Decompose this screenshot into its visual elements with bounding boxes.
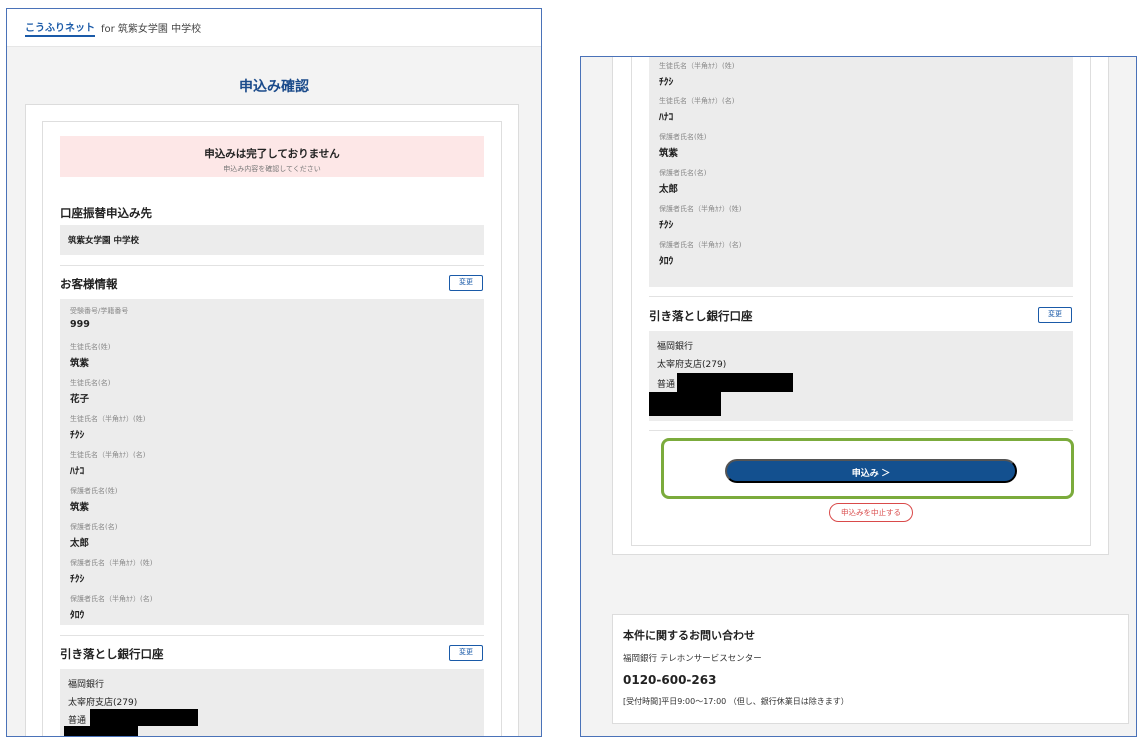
bank-name: 福岡銀行 bbox=[657, 342, 694, 352]
alert-subtitle: 申込み内容を確認してください bbox=[223, 165, 321, 173]
field-value: ﾁｸｼ bbox=[70, 430, 85, 441]
bank-branch: 太宰府支店(279) bbox=[657, 360, 727, 370]
change-bank-button[interactable]: 変更 bbox=[449, 645, 483, 661]
divider bbox=[649, 430, 1073, 431]
field-label: 受験番号/学籍番号 bbox=[70, 307, 129, 315]
site-logo[interactable]: こうふりネット bbox=[25, 19, 95, 37]
page-title: 申込み確認 bbox=[239, 79, 309, 95]
field-value: ﾀﾛｳ bbox=[659, 256, 674, 267]
field-label: 保護者氏名（半角ｶﾅ）(名) bbox=[659, 241, 742, 249]
field-value: ﾊﾅｺ bbox=[659, 112, 674, 123]
field-value: ﾁｸｼ bbox=[659, 77, 674, 88]
divider bbox=[60, 635, 484, 636]
redaction-bar bbox=[64, 726, 138, 736]
cancel-application-button[interactable]: 申込みを中止する bbox=[829, 503, 913, 522]
site-header: こうふりネット for 筑紫女学園 中学校 bbox=[7, 9, 541, 47]
field-value: 筑紫 bbox=[70, 358, 90, 369]
contact-title: 本件に関するお問い合わせ bbox=[623, 629, 755, 642]
school-name: for 筑紫女学園 中学校 bbox=[101, 24, 202, 35]
payee-section-title: 口座振替申込み先 bbox=[60, 206, 152, 220]
incomplete-alert: 申込みは完了しておりません 申込み内容を確認してください bbox=[60, 136, 484, 177]
bank-section-title: 引き落とし銀行口座 bbox=[60, 647, 164, 661]
field-value: 太郎 bbox=[70, 538, 90, 549]
change-bank-button[interactable]: 変更 bbox=[1038, 307, 1072, 323]
field-value: ﾀﾛｳ bbox=[70, 610, 85, 621]
form-card: 申込みは完了しておりません 申込み内容を確認してください 口座振替申込み先 筑紫… bbox=[25, 104, 519, 736]
field-label: 保護者氏名(名) bbox=[70, 523, 118, 531]
left-screenshot-panel: こうふりネット for 筑紫女学園 中学校 申込み確認 申込みは完了しておりませ… bbox=[6, 8, 542, 737]
bank-branch: 太宰府支店(279) bbox=[68, 698, 138, 708]
redaction-bar bbox=[649, 392, 721, 416]
redaction-bar bbox=[90, 709, 198, 726]
field-value: 花子 bbox=[70, 394, 90, 405]
contact-phone[interactable]: 0120-600-263 bbox=[623, 673, 716, 687]
account-type: 普通 bbox=[68, 716, 87, 726]
field-label: 保護者氏名（半角ｶﾅ）(姓) bbox=[659, 205, 742, 213]
field-label: 生徒氏名(姓) bbox=[70, 343, 111, 351]
alert-title: 申込みは完了しておりません bbox=[204, 148, 340, 160]
field-label: 生徒氏名(名) bbox=[70, 379, 111, 387]
change-customer-button[interactable]: 変更 bbox=[449, 275, 483, 291]
customer-info-box: 受験番号/学籍番号 999 生徒氏名(姓) 筑紫 生徒氏名(名) 花子 生徒氏名… bbox=[60, 299, 484, 625]
field-label: 生徒氏名（半角ｶﾅ）(姓) bbox=[70, 415, 146, 423]
field-label: 保護者氏名(姓) bbox=[70, 487, 118, 495]
confirm-card: 申込みは完了しておりません 申込み内容を確認してください 口座振替申込み先 筑紫… bbox=[42, 121, 502, 736]
customer-info-box: 生徒氏名（半角ｶﾅ）(姓) ﾁｸｼ 生徒氏名（半角ｶﾅ）(名) ﾊﾅｺ 保護者氏… bbox=[649, 57, 1073, 287]
field-value: ﾊﾅｺ bbox=[70, 466, 85, 477]
field-value: ﾁｸｼ bbox=[659, 220, 674, 231]
redaction-bar bbox=[677, 373, 793, 392]
contact-card: 本件に関するお問い合わせ 福岡銀行 テレホンサービスセンター 0120-600-… bbox=[612, 614, 1129, 724]
form-card: 生徒氏名（半角ｶﾅ）(姓) ﾁｸｼ 生徒氏名（半角ｶﾅ）(名) ﾊﾅｺ 保護者氏… bbox=[612, 57, 1109, 555]
bank-info-box: 福岡銀行 太宰府支店(279) 普通 bbox=[649, 331, 1073, 421]
bank-info-box: 福岡銀行 太宰府支店(279) 普通 bbox=[60, 669, 484, 736]
payee-box: 筑紫女学園 中学校 bbox=[60, 225, 484, 255]
field-label: 生徒氏名（半角ｶﾅ）(名) bbox=[70, 451, 146, 459]
divider bbox=[60, 265, 484, 266]
customer-section-title: お客様情報 bbox=[60, 277, 118, 291]
field-value: 999 bbox=[70, 319, 90, 330]
contact-hours: [受付時間]平日9:00～17:00 （但し、銀行休業日は除きます） bbox=[623, 697, 849, 706]
apply-button[interactable]: 申込み ＞ bbox=[725, 459, 1017, 483]
field-label: 保護者氏名（半角ｶﾅ）(姓) bbox=[70, 559, 153, 567]
field-label: 保護者氏名(名) bbox=[659, 169, 707, 177]
field-value: 筑紫 bbox=[659, 148, 679, 159]
field-label: 生徒氏名（半角ｶﾅ）(姓) bbox=[659, 62, 735, 70]
field-label: 保護者氏名（半角ｶﾅ）(名) bbox=[70, 595, 153, 603]
bank-section-title: 引き落とし銀行口座 bbox=[649, 309, 753, 323]
payee-value: 筑紫女学園 中学校 bbox=[68, 236, 139, 246]
contact-name: 福岡銀行 テレホンサービスセンター bbox=[623, 654, 762, 664]
confirm-card: 生徒氏名（半角ｶﾅ）(姓) ﾁｸｼ 生徒氏名（半角ｶﾅ）(名) ﾊﾅｺ 保護者氏… bbox=[631, 57, 1091, 546]
field-value: 筑紫 bbox=[70, 502, 90, 513]
divider bbox=[649, 296, 1073, 297]
field-value: 太郎 bbox=[659, 184, 679, 195]
bank-name: 福岡銀行 bbox=[68, 680, 105, 690]
field-value: ﾁｸｼ bbox=[70, 574, 85, 585]
field-label: 生徒氏名（半角ｶﾅ）(名) bbox=[659, 97, 735, 105]
right-screenshot-panel: 生徒氏名（半角ｶﾅ）(姓) ﾁｸｼ 生徒氏名（半角ｶﾅ）(名) ﾊﾅｺ 保護者氏… bbox=[580, 56, 1137, 737]
field-label: 保護者氏名(姓) bbox=[659, 133, 707, 141]
account-type: 普通 bbox=[657, 380, 676, 390]
